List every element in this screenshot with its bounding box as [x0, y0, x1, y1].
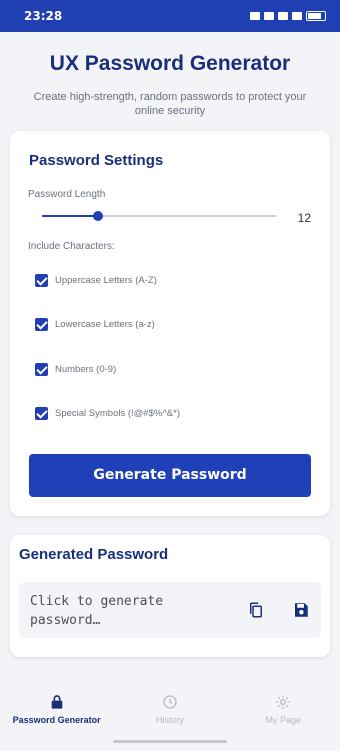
nav-label: My Page [265, 715, 302, 725]
option-label: Numbers (0-9) [55, 364, 117, 375]
slider-thumb[interactable] [93, 211, 104, 221]
save-icon[interactable] [292, 601, 310, 619]
password-settings-card: Password Settings Password Length 12 Inc… [10, 131, 330, 516]
status-bar: 23:28 [0, 0, 340, 32]
settings-title: Password Settings [29, 152, 164, 169]
wifi-icon [264, 12, 274, 20]
generated-password-title: Generated Password [19, 546, 169, 563]
notification-icon [250, 12, 260, 20]
lowercase-checkbox[interactable] [35, 318, 48, 331]
generate-password-button[interactable]: Generate Password [29, 454, 311, 497]
nav-label: History [155, 715, 184, 725]
signal-icon [292, 12, 302, 20]
include-characters-label: Include Characters: [28, 241, 115, 252]
option-label: Special Symbols (!@#$%^&*) [55, 408, 180, 419]
option-label: Uppercase Letters (A-Z) [55, 275, 157, 286]
generated-password-box[interactable]: Click to generate password… [19, 582, 321, 638]
lock-icon [51, 695, 62, 709]
nav-item-my-page[interactable]: My Page [227, 690, 340, 751]
gear-icon [276, 695, 290, 709]
password-length-value: 12 [297, 211, 311, 225]
copy-icon[interactable] [247, 601, 265, 619]
slider-fill [42, 215, 99, 217]
special-symbols-checkbox[interactable] [35, 407, 48, 420]
home-indicator [113, 740, 227, 743]
app-subtitle: Create high-strength, random passwords t… [33, 91, 307, 117]
option-uppercase[interactable]: Uppercase Letters (A-Z) [35, 274, 157, 287]
status-time: 23:28 [24, 9, 63, 23]
generated-password-text: Click to generate password… [30, 594, 164, 628]
signal-icon [278, 12, 288, 20]
option-lowercase[interactable]: Lowercase Letters (a-z) [35, 318, 155, 331]
nav-item-password-generator[interactable]: Password Generator [0, 690, 113, 751]
option-special-symbols[interactable]: Special Symbols (!@#$%^&*) [35, 407, 180, 420]
generated-password-card: Generated Password Click to generate pas… [10, 535, 330, 657]
battery-icon [306, 11, 326, 21]
uppercase-checkbox[interactable] [35, 274, 48, 287]
status-icons [250, 11, 326, 21]
option-numbers[interactable]: Numbers (0-9) [35, 363, 116, 376]
nav-label: Password Generator [12, 715, 101, 725]
password-length-slider[interactable] [42, 209, 276, 223]
option-label: Lowercase Letters (a-z) [55, 319, 155, 330]
numbers-checkbox[interactable] [35, 363, 48, 376]
password-length-label: Password Length [28, 189, 106, 200]
clock-icon [163, 695, 177, 709]
app-title: UX Password Generator [49, 52, 291, 75]
